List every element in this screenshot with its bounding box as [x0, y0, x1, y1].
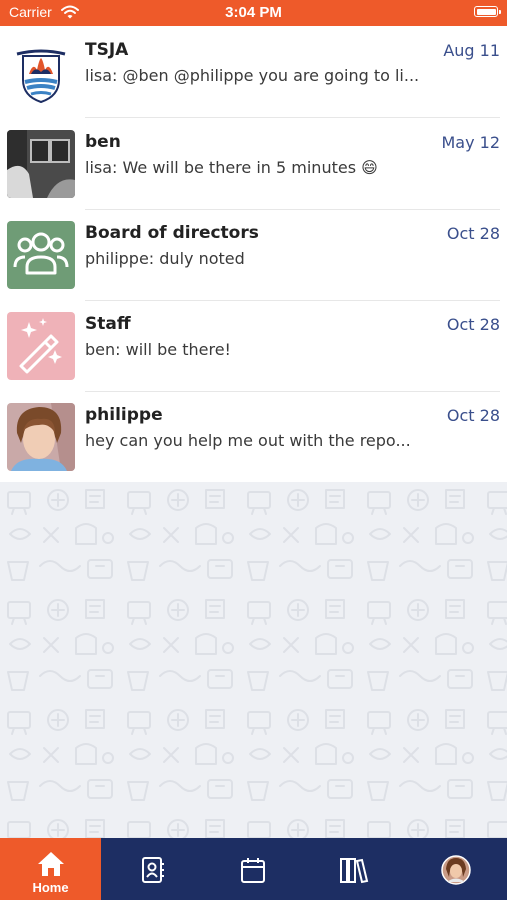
conversation-preview: philippe: duly noted	[85, 249, 245, 268]
chat-pattern-background	[0, 482, 507, 838]
conversation-name: ben	[85, 132, 121, 152]
home-icon	[0, 850, 101, 880]
conversation-date: Oct 28	[446, 224, 500, 243]
group-people-icon	[7, 221, 75, 289]
ben-photo	[7, 130, 75, 198]
conversation-date: Aug 11	[443, 41, 500, 60]
tab-library[interactable]	[303, 838, 404, 900]
library-icon	[303, 856, 404, 886]
conversation-preview: ben: will be there!	[85, 340, 231, 359]
tab-calendar[interactable]	[202, 838, 303, 900]
conversation-item-tsja[interactable]: TSJA Aug 11 lisa: @ben @philippe you are…	[0, 26, 507, 118]
tab-profile[interactable]	[404, 838, 507, 900]
conversation-item-philippe[interactable]: philippe Oct 28 hey can you help me out …	[0, 391, 507, 483]
conversation-name: Board of directors	[85, 223, 259, 243]
magic-wand-icon	[7, 312, 75, 380]
conversation-name: philippe	[85, 405, 163, 425]
calendar-icon	[202, 856, 303, 886]
conversation-item-ben[interactable]: ben May 12 lisa: We will be there in 5 m…	[0, 118, 507, 210]
conversation-name: Staff	[85, 314, 131, 334]
conversation-date: Oct 28	[446, 406, 500, 425]
battery-icon	[474, 6, 501, 17]
profile-avatar	[404, 855, 507, 885]
tab-label-home: Home	[32, 880, 69, 895]
tab-bar: Home	[0, 838, 507, 900]
conversation-list: TSJA Aug 11 lisa: @ben @philippe you are…	[0, 26, 507, 482]
conversation-date: May 12	[441, 133, 500, 152]
conversation-preview: hey can you help me out with the repo...	[85, 431, 411, 450]
conversation-preview: lisa: @ben @philippe you are going to li…	[85, 66, 420, 85]
clock: 3:04 PM	[225, 4, 282, 21]
conversation-date: Oct 28	[446, 315, 500, 334]
philippe-photo	[7, 403, 75, 471]
conversation-preview: lisa: We will be there in 5 minutes 😄	[85, 158, 378, 177]
tsja-crest-logo	[7, 38, 75, 106]
conversation-item-staff[interactable]: Staff Oct 28 ben: will be there!	[0, 300, 507, 392]
status-bar: Carrier 3:04 PM	[0, 0, 507, 26]
tab-home[interactable]: Home	[0, 838, 101, 900]
conversation-item-board-of-directors[interactable]: Board of directors Oct 28 philippe: duly…	[0, 209, 507, 301]
tab-contacts[interactable]	[101, 838, 202, 900]
contacts-icon	[101, 856, 202, 886]
conversation-name: TSJA	[85, 40, 129, 60]
